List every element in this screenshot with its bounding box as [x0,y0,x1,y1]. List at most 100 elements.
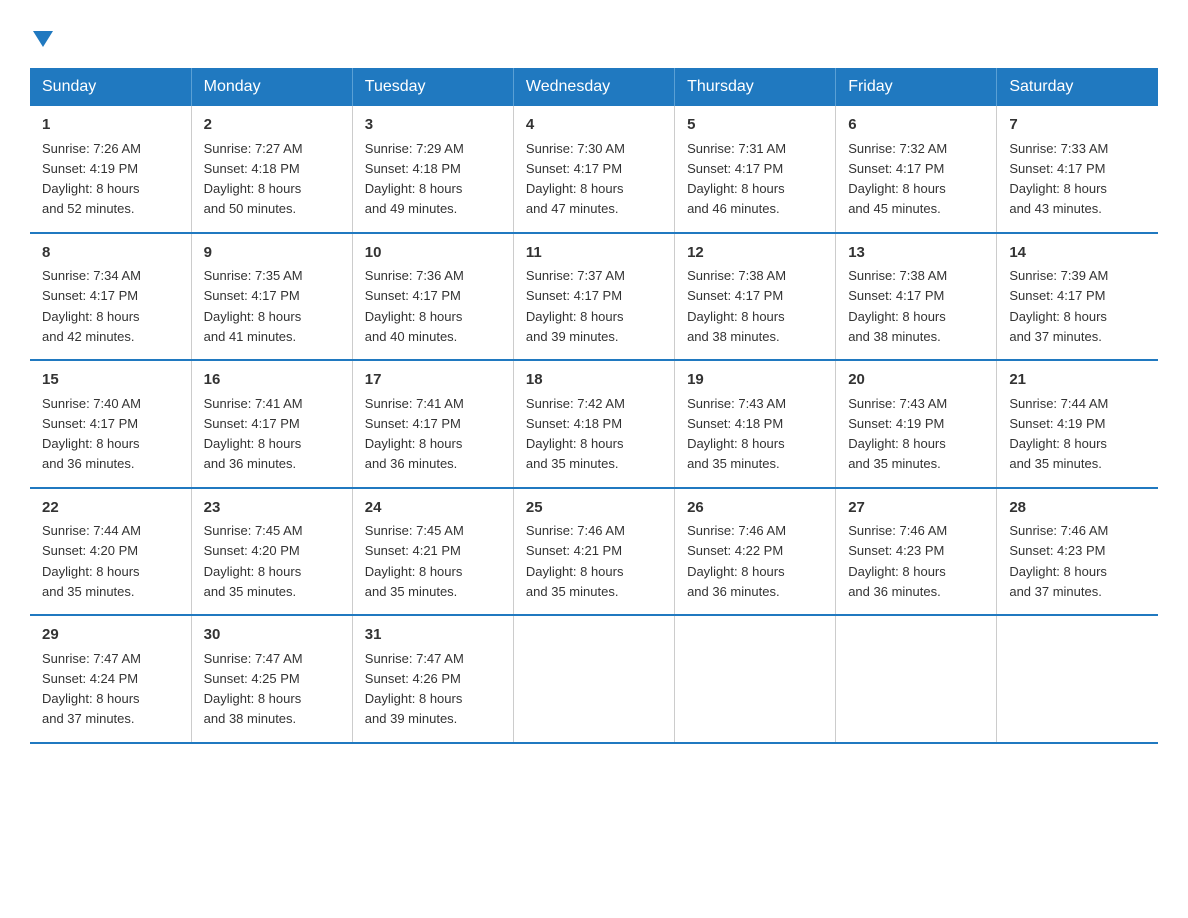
calendar-cell: 28 Sunrise: 7:46 AMSunset: 4:23 PMDaylig… [997,488,1158,616]
calendar-week-4: 22 Sunrise: 7:44 AMSunset: 4:20 PMDaylig… [30,488,1158,616]
calendar-cell: 30 Sunrise: 7:47 AMSunset: 4:25 PMDaylig… [191,615,352,743]
calendar-cell: 15 Sunrise: 7:40 AMSunset: 4:17 PMDaylig… [30,360,191,488]
day-number: 18 [526,369,662,392]
day-number: 22 [42,497,179,520]
calendar-cell [997,615,1158,743]
day-info: Sunrise: 7:44 AMSunset: 4:20 PMDaylight:… [42,523,141,599]
day-number: 25 [526,497,662,520]
day-number: 28 [1009,497,1146,520]
calendar-cell: 3 Sunrise: 7:29 AMSunset: 4:18 PMDayligh… [352,106,513,233]
calendar-cell [675,615,836,743]
calendar-cell: 21 Sunrise: 7:44 AMSunset: 4:19 PMDaylig… [997,360,1158,488]
day-info: Sunrise: 7:46 AMSunset: 4:22 PMDaylight:… [687,523,786,599]
day-of-week-tuesday: Tuesday [352,68,513,106]
logo-text [30,20,53,48]
day-number: 24 [365,497,501,520]
day-info: Sunrise: 7:33 AMSunset: 4:17 PMDaylight:… [1009,141,1108,217]
calendar-cell: 22 Sunrise: 7:44 AMSunset: 4:20 PMDaylig… [30,488,191,616]
calendar-week-5: 29 Sunrise: 7:47 AMSunset: 4:24 PMDaylig… [30,615,1158,743]
day-number: 15 [42,369,179,392]
calendar-cell: 6 Sunrise: 7:32 AMSunset: 4:17 PMDayligh… [836,106,997,233]
calendar-cell: 10 Sunrise: 7:36 AMSunset: 4:17 PMDaylig… [352,233,513,361]
day-number: 27 [848,497,984,520]
day-info: Sunrise: 7:41 AMSunset: 4:17 PMDaylight:… [204,396,303,472]
calendar-cell: 26 Sunrise: 7:46 AMSunset: 4:22 PMDaylig… [675,488,836,616]
calendar-cell: 7 Sunrise: 7:33 AMSunset: 4:17 PMDayligh… [997,106,1158,233]
calendar-week-3: 15 Sunrise: 7:40 AMSunset: 4:17 PMDaylig… [30,360,1158,488]
calendar-cell: 13 Sunrise: 7:38 AMSunset: 4:17 PMDaylig… [836,233,997,361]
calendar-cell: 29 Sunrise: 7:47 AMSunset: 4:24 PMDaylig… [30,615,191,743]
day-number: 30 [204,624,340,647]
day-number: 21 [1009,369,1146,392]
day-info: Sunrise: 7:32 AMSunset: 4:17 PMDaylight:… [848,141,947,217]
day-number: 2 [204,114,340,137]
day-number: 29 [42,624,179,647]
calendar-week-1: 1 Sunrise: 7:26 AMSunset: 4:19 PMDayligh… [30,106,1158,233]
day-info: Sunrise: 7:30 AMSunset: 4:17 PMDaylight:… [526,141,625,217]
day-info: Sunrise: 7:27 AMSunset: 4:18 PMDaylight:… [204,141,303,217]
day-number: 20 [848,369,984,392]
day-number: 7 [1009,114,1146,137]
calendar-cell: 18 Sunrise: 7:42 AMSunset: 4:18 PMDaylig… [513,360,674,488]
calendar-cell: 2 Sunrise: 7:27 AMSunset: 4:18 PMDayligh… [191,106,352,233]
calendar-table: SundayMondayTuesdayWednesdayThursdayFrid… [30,68,1158,744]
day-number: 16 [204,369,340,392]
day-number: 12 [687,242,823,265]
calendar-cell: 9 Sunrise: 7:35 AMSunset: 4:17 PMDayligh… [191,233,352,361]
day-number: 3 [365,114,501,137]
day-info: Sunrise: 7:47 AMSunset: 4:24 PMDaylight:… [42,651,141,727]
calendar-cell: 31 Sunrise: 7:47 AMSunset: 4:26 PMDaylig… [352,615,513,743]
calendar-week-2: 8 Sunrise: 7:34 AMSunset: 4:17 PMDayligh… [30,233,1158,361]
day-of-week-thursday: Thursday [675,68,836,106]
calendar-cell: 11 Sunrise: 7:37 AMSunset: 4:17 PMDaylig… [513,233,674,361]
day-of-week-sunday: Sunday [30,68,191,106]
day-info: Sunrise: 7:26 AMSunset: 4:19 PMDaylight:… [42,141,141,217]
calendar-cell: 19 Sunrise: 7:43 AMSunset: 4:18 PMDaylig… [675,360,836,488]
day-number: 6 [848,114,984,137]
day-number: 11 [526,242,662,265]
day-info: Sunrise: 7:40 AMSunset: 4:17 PMDaylight:… [42,396,141,472]
calendar-cell: 23 Sunrise: 7:45 AMSunset: 4:20 PMDaylig… [191,488,352,616]
day-info: Sunrise: 7:37 AMSunset: 4:17 PMDaylight:… [526,268,625,344]
day-number: 23 [204,497,340,520]
day-info: Sunrise: 7:44 AMSunset: 4:19 PMDaylight:… [1009,396,1108,472]
day-of-week-saturday: Saturday [997,68,1158,106]
day-info: Sunrise: 7:45 AMSunset: 4:21 PMDaylight:… [365,523,464,599]
day-number: 1 [42,114,179,137]
calendar-cell: 14 Sunrise: 7:39 AMSunset: 4:17 PMDaylig… [997,233,1158,361]
calendar-cell [836,615,997,743]
day-number: 19 [687,369,823,392]
calendar-cell: 1 Sunrise: 7:26 AMSunset: 4:19 PMDayligh… [30,106,191,233]
calendar-header: SundayMondayTuesdayWednesdayThursdayFrid… [30,68,1158,106]
day-number: 4 [526,114,662,137]
day-of-week-monday: Monday [191,68,352,106]
day-info: Sunrise: 7:38 AMSunset: 4:17 PMDaylight:… [687,268,786,344]
day-number: 31 [365,624,501,647]
calendar-cell: 25 Sunrise: 7:46 AMSunset: 4:21 PMDaylig… [513,488,674,616]
day-info: Sunrise: 7:39 AMSunset: 4:17 PMDaylight:… [1009,268,1108,344]
calendar-cell: 27 Sunrise: 7:46 AMSunset: 4:23 PMDaylig… [836,488,997,616]
day-number: 5 [687,114,823,137]
calendar-cell: 17 Sunrise: 7:41 AMSunset: 4:17 PMDaylig… [352,360,513,488]
calendar-cell: 16 Sunrise: 7:41 AMSunset: 4:17 PMDaylig… [191,360,352,488]
calendar-cell: 5 Sunrise: 7:31 AMSunset: 4:17 PMDayligh… [675,106,836,233]
day-of-week-wednesday: Wednesday [513,68,674,106]
day-number: 8 [42,242,179,265]
day-number: 9 [204,242,340,265]
day-info: Sunrise: 7:43 AMSunset: 4:18 PMDaylight:… [687,396,786,472]
day-info: Sunrise: 7:47 AMSunset: 4:26 PMDaylight:… [365,651,464,727]
day-info: Sunrise: 7:46 AMSunset: 4:23 PMDaylight:… [1009,523,1108,599]
day-info: Sunrise: 7:43 AMSunset: 4:19 PMDaylight:… [848,396,947,472]
calendar-cell: 24 Sunrise: 7:45 AMSunset: 4:21 PMDaylig… [352,488,513,616]
day-info: Sunrise: 7:46 AMSunset: 4:21 PMDaylight:… [526,523,625,599]
day-info: Sunrise: 7:34 AMSunset: 4:17 PMDaylight:… [42,268,141,344]
calendar-cell: 4 Sunrise: 7:30 AMSunset: 4:17 PMDayligh… [513,106,674,233]
page-header [30,20,1158,48]
day-info: Sunrise: 7:41 AMSunset: 4:17 PMDaylight:… [365,396,464,472]
day-info: Sunrise: 7:29 AMSunset: 4:18 PMDaylight:… [365,141,464,217]
calendar-cell: 12 Sunrise: 7:38 AMSunset: 4:17 PMDaylig… [675,233,836,361]
day-of-week-friday: Friday [836,68,997,106]
calendar-body: 1 Sunrise: 7:26 AMSunset: 4:19 PMDayligh… [30,106,1158,743]
day-number: 26 [687,497,823,520]
day-number: 17 [365,369,501,392]
